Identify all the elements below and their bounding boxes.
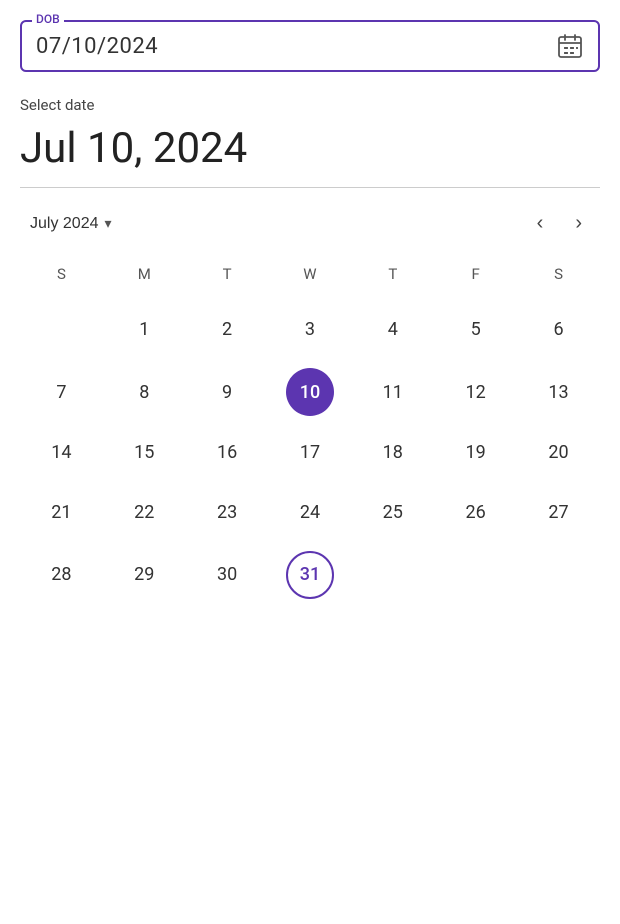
divider xyxy=(20,187,600,188)
calendar-day-cell[interactable]: 16 xyxy=(186,422,269,482)
weekday-header-cell: S xyxy=(517,259,600,297)
month-nav: July 2024 ▾ ‹ › xyxy=(20,208,600,239)
calendar-icon[interactable] xyxy=(556,32,584,60)
calendar-day-cell[interactable]: 22 xyxy=(103,482,186,542)
calendar-day-cell[interactable]: 31 xyxy=(269,542,352,607)
weekday-header-cell: F xyxy=(434,259,517,297)
select-date-label: Select date xyxy=(20,96,600,114)
calendar-day-cell[interactable]: 14 xyxy=(20,422,103,482)
calendar-day-cell[interactable]: 20 xyxy=(517,422,600,482)
calendar-day-cell[interactable]: 10 xyxy=(269,362,352,422)
calendar-day-cell[interactable]: 11 xyxy=(351,362,434,422)
calendar-day-cell[interactable]: 21 xyxy=(20,482,103,542)
calendar-week-row: 21222324252627 xyxy=(20,482,600,542)
calendar-day-cell[interactable]: 28 xyxy=(20,542,103,607)
weekday-header-cell: T xyxy=(351,259,434,297)
dob-field[interactable]: DOB 07/10/2024 xyxy=(20,20,600,72)
month-label: July 2024 xyxy=(30,215,99,233)
weekday-header: SMTWTFS xyxy=(20,259,600,297)
calendar-body: 1234567891011121314151617181920212223242… xyxy=(20,297,600,607)
calendar-day-cell[interactable]: 27 xyxy=(517,482,600,542)
calendar-grid: SMTWTFS 12345678910111213141516171819202… xyxy=(20,259,600,607)
calendar-day-cell[interactable]: 26 xyxy=(434,482,517,542)
next-month-button[interactable]: › xyxy=(567,208,590,239)
calendar-day-cell[interactable]: 4 xyxy=(351,297,434,362)
dob-value: 07/10/2024 xyxy=(36,34,158,59)
calendar-week-row: 78910111213 xyxy=(20,362,600,422)
calendar-day-cell[interactable]: 24 xyxy=(269,482,352,542)
calendar-day-cell xyxy=(434,542,517,607)
calendar-day-cell[interactable]: 23 xyxy=(186,482,269,542)
calendar-day-cell[interactable]: 7 xyxy=(20,362,103,422)
calendar-day-cell[interactable]: 19 xyxy=(434,422,517,482)
calendar-day-cell[interactable]: 3 xyxy=(269,297,352,362)
calendar-day-cell[interactable]: 5 xyxy=(434,297,517,362)
calendar-day-cell xyxy=(20,297,103,362)
calendar-week-row: 14151617181920 xyxy=(20,422,600,482)
nav-arrows: ‹ › xyxy=(529,208,590,239)
calendar-day-cell xyxy=(351,542,434,607)
calendar-day-cell xyxy=(517,542,600,607)
weekday-header-cell: T xyxy=(186,259,269,297)
month-dropdown-button[interactable]: July 2024 ▾ xyxy=(30,215,112,233)
calendar-day-cell[interactable]: 9 xyxy=(186,362,269,422)
calendar-week-row: 28293031 xyxy=(20,542,600,607)
calendar-day-cell[interactable]: 25 xyxy=(351,482,434,542)
dob-label: DOB xyxy=(32,12,64,26)
calendar-day-cell[interactable]: 8 xyxy=(103,362,186,422)
calendar-day-cell[interactable]: 2 xyxy=(186,297,269,362)
selected-date-display: Jul 10, 2024 xyxy=(20,124,600,173)
calendar-day-cell[interactable]: 13 xyxy=(517,362,600,422)
weekday-header-cell: W xyxy=(269,259,352,297)
calendar-day-cell[interactable]: 12 xyxy=(434,362,517,422)
calendar-day-cell[interactable]: 1 xyxy=(103,297,186,362)
weekday-header-cell: M xyxy=(103,259,186,297)
calendar-day-cell[interactable]: 6 xyxy=(517,297,600,362)
calendar-week-row: 123456 xyxy=(20,297,600,362)
calendar-day-cell[interactable]: 15 xyxy=(103,422,186,482)
chevron-down-icon: ▾ xyxy=(105,215,112,232)
weekday-header-cell: S xyxy=(20,259,103,297)
prev-month-button[interactable]: ‹ xyxy=(529,208,552,239)
calendar-day-cell[interactable]: 30 xyxy=(186,542,269,607)
calendar-day-cell[interactable]: 18 xyxy=(351,422,434,482)
calendar-day-cell[interactable]: 29 xyxy=(103,542,186,607)
calendar-day-cell[interactable]: 17 xyxy=(269,422,352,482)
